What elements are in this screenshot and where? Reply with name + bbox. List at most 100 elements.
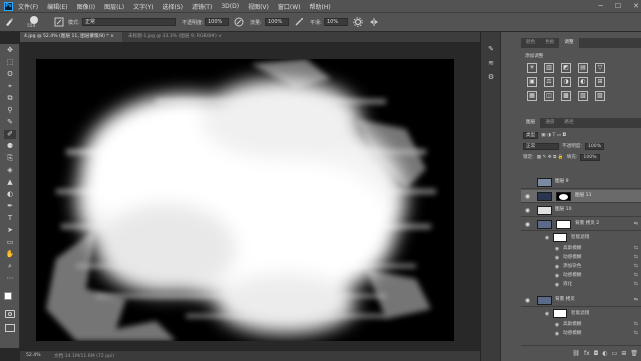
minimize-icon[interactable]: ─ bbox=[599, 2, 603, 10]
crop-tool-icon[interactable]: ⧉ bbox=[4, 94, 16, 103]
filter-eye-icon[interactable]: ◉ bbox=[554, 322, 560, 328]
filter-icons[interactable]: ▣ ◑ T ▭ ◘ bbox=[541, 133, 566, 138]
maximize-icon[interactable]: ☐ bbox=[615, 2, 621, 10]
menu-3d[interactable]: 3D(D) bbox=[221, 3, 239, 10]
menu-window[interactable]: 窗口(W) bbox=[278, 2, 301, 11]
new-group-icon[interactable]: ▭ bbox=[612, 350, 618, 357]
opacity-input[interactable]: 100% bbox=[205, 18, 229, 26]
menu-view[interactable]: 视图(V) bbox=[248, 2, 269, 11]
filter-blending-options-icon[interactable]: ⇆ bbox=[634, 263, 638, 269]
brush-settings-icon[interactable] bbox=[54, 17, 64, 27]
menu-select[interactable]: 选择(S) bbox=[162, 2, 183, 11]
invert-icon[interactable]: ▦ bbox=[527, 91, 537, 101]
posterize-icon[interactable]: ◫ bbox=[544, 91, 554, 101]
tab-layers[interactable]: 图层 bbox=[521, 118, 541, 128]
add-mask-icon[interactable]: ◘ bbox=[594, 350, 599, 357]
eraser-tool-icon[interactable]: ◈ bbox=[4, 166, 16, 175]
brightness-contrast-icon[interactable]: ☀ bbox=[527, 63, 537, 73]
curves-icon[interactable]: ◩ bbox=[561, 63, 571, 73]
home-brush-tool-icon[interactable] bbox=[4, 17, 14, 27]
brush-settings-panel-icon[interactable]: ✎ bbox=[486, 44, 496, 54]
tab-document-4jpg[interactable]: 4.jpg @ 52.4% (图层 11, 图层蒙版/8) * × bbox=[20, 32, 122, 42]
filter-blending-options-icon[interactable]: ⇆ bbox=[634, 272, 638, 278]
smart-filter-mask-thumbnail[interactable] bbox=[556, 220, 571, 229]
edit-toolbar-icon[interactable]: ⋯ bbox=[4, 274, 16, 283]
tab-channels[interactable]: 通道 bbox=[540, 118, 559, 128]
layer-kind-filter[interactable]: 类型 bbox=[523, 131, 539, 139]
visibility-eye-icon[interactable]: ◉ bbox=[524, 297, 531, 304]
filter-eye-icon[interactable]: ◉ bbox=[554, 264, 560, 270]
menu-help[interactable]: 帮助(H) bbox=[310, 2, 331, 11]
document-canvas[interactable] bbox=[36, 59, 454, 341]
fill-input[interactable]: 100% bbox=[580, 153, 600, 161]
move-tool-icon[interactable]: ✥ bbox=[4, 46, 16, 55]
black-white-icon[interactable]: ◑ bbox=[561, 77, 571, 87]
airbrush-icon[interactable] bbox=[294, 17, 304, 27]
menu-layer[interactable]: 图层(L) bbox=[104, 2, 124, 11]
brush-preset-picker[interactable]: 554 bbox=[22, 16, 50, 30]
filter-item[interactable]: 添加杂色 bbox=[563, 262, 581, 271]
new-adjustment-layer-icon[interactable]: ◐ bbox=[602, 350, 607, 357]
visibility-eye-icon[interactable]: ◉ bbox=[524, 193, 531, 200]
tab-document-untitled[interactable]: 未标题-1.jpg @ 33.3% (图层 9, RGB/8#) × bbox=[124, 32, 226, 42]
menu-file[interactable]: 文件(F) bbox=[18, 2, 38, 11]
zoom-tool-icon[interactable]: ⌕ bbox=[4, 262, 16, 271]
screen-mode-icon[interactable] bbox=[5, 324, 15, 332]
healing-brush-tool-icon[interactable]: ✎ bbox=[4, 118, 16, 127]
filter-blending-options-icon[interactable]: ⇆ bbox=[634, 245, 638, 251]
filter-item[interactable]: 液化 bbox=[563, 280, 572, 289]
levels-icon[interactable]: ▥ bbox=[544, 63, 554, 73]
add-layer-style-icon[interactable]: fx bbox=[584, 350, 590, 357]
properties-panel-icon[interactable]: ⚙ bbox=[486, 72, 496, 82]
smart-object-icon[interactable]: ⇋ bbox=[634, 297, 638, 303]
zoom-level[interactable]: 52.4% bbox=[26, 353, 41, 358]
delete-layer-icon[interactable]: 🗑 bbox=[630, 350, 638, 357]
type-tool-icon[interactable]: T bbox=[4, 214, 16, 223]
new-layer-icon[interactable]: ⊞ bbox=[621, 350, 626, 357]
layer-row[interactable]: ◉ 背景 拷贝 ⇋ bbox=[521, 294, 641, 307]
vibrance-icon[interactable]: ▽ bbox=[595, 63, 605, 73]
filter-item[interactable]: 高斯模糊 bbox=[563, 320, 581, 329]
rectangle-tool-icon[interactable]: ▭ bbox=[4, 238, 16, 247]
filter-eye-icon[interactable]: ◉ bbox=[554, 282, 560, 288]
filter-blending-options-icon[interactable]: ⇆ bbox=[634, 330, 638, 336]
smart-filter-mask-thumbnail[interactable] bbox=[553, 309, 567, 318]
smoothing-options-gear-icon[interactable] bbox=[353, 17, 363, 27]
blend-mode-select[interactable]: 正常 bbox=[523, 142, 559, 150]
tab-paths[interactable]: 路径 bbox=[559, 118, 578, 128]
eyedropper-tool-icon[interactable]: ⚲ bbox=[4, 106, 16, 115]
channel-mixer-icon[interactable]: ⊞ bbox=[595, 77, 605, 87]
visibility-eye-icon[interactable] bbox=[524, 179, 531, 186]
hand-tool-icon[interactable]: ✋ bbox=[4, 250, 16, 259]
menu-filter[interactable]: 滤镜(T) bbox=[192, 2, 212, 11]
gradient-map-icon[interactable]: ▧ bbox=[578, 91, 588, 101]
foreground-color-swatch[interactable] bbox=[4, 292, 12, 300]
path-select-tool-icon[interactable]: ➤ bbox=[4, 226, 16, 235]
layer-mask-thumbnail[interactable] bbox=[556, 192, 571, 201]
filter-item[interactable]: 动感模糊 bbox=[563, 329, 581, 338]
layer-row[interactable]: ◉ 图层 11 bbox=[521, 190, 641, 203]
marquee-tool-icon[interactable]: ⬚ bbox=[4, 58, 16, 67]
pen-tool-icon[interactable]: ✒ bbox=[4, 202, 16, 211]
clone-stamp-tool-icon[interactable]: ⚈ bbox=[4, 142, 16, 151]
gradient-tool-icon[interactable]: ▲ bbox=[4, 178, 16, 187]
layer-row[interactable]: ◉ 图层 10 bbox=[521, 204, 641, 217]
paragraph-panel-icon[interactable]: ≋ bbox=[486, 58, 496, 68]
history-brush-tool-icon[interactable]: ⎘ bbox=[4, 154, 16, 163]
filter-eye-icon[interactable]: ◉ bbox=[554, 246, 560, 252]
flow-input[interactable]: 100% bbox=[265, 18, 289, 26]
color-balance-icon[interactable]: ⚖ bbox=[544, 77, 554, 87]
tab-color[interactable]: 颜色 bbox=[521, 38, 540, 48]
menu-image[interactable]: 图像(I) bbox=[77, 2, 95, 11]
smart-object-icon[interactable]: ⇋ bbox=[634, 221, 638, 227]
tab-adjustments[interactable]: 调整 bbox=[559, 38, 579, 48]
layer-row[interactable]: 图层 9 bbox=[521, 176, 641, 189]
filter-item[interactable]: 动感模糊 bbox=[563, 271, 581, 280]
filter-eye-icon[interactable]: ◉ bbox=[554, 331, 560, 337]
filter-blending-options-icon[interactable]: ⇆ bbox=[634, 254, 638, 260]
lasso-tool-icon[interactable]: ʘ bbox=[4, 70, 16, 79]
layer-opacity-input[interactable]: 100% bbox=[584, 142, 605, 150]
mode-select[interactable]: 正常 bbox=[82, 18, 176, 26]
filter-eye-icon[interactable]: ◉ bbox=[554, 273, 560, 279]
selective-color-icon[interactable]: ▨ bbox=[595, 91, 605, 101]
